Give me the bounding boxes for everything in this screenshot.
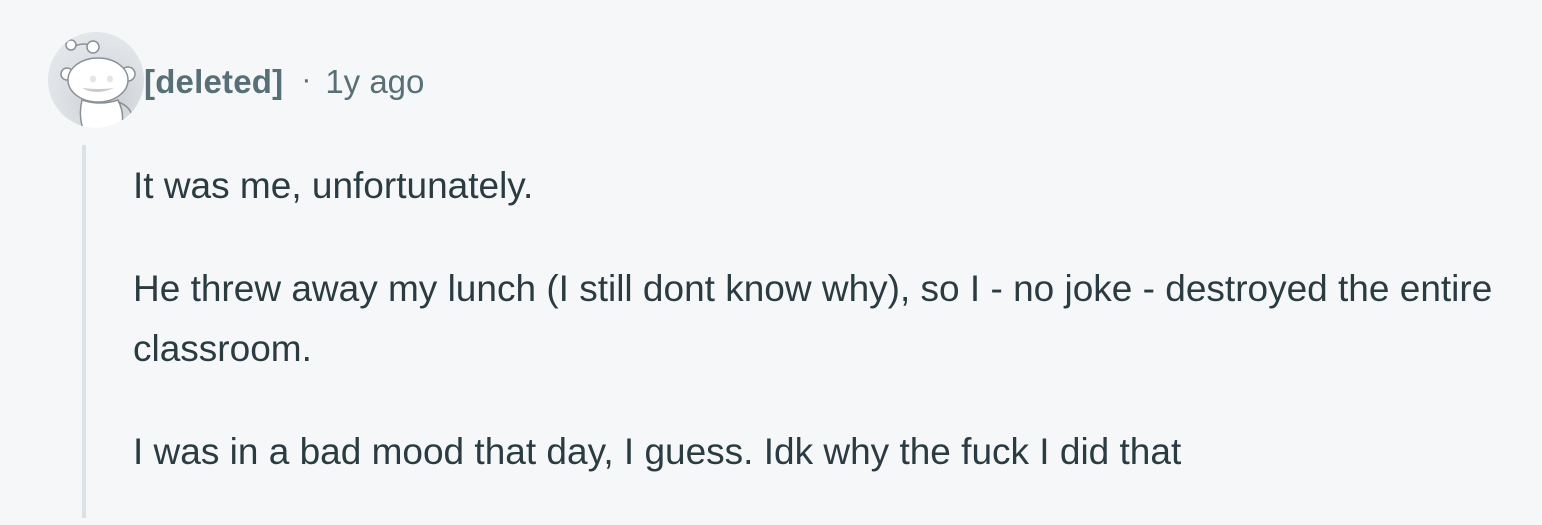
avatar[interactable] [48, 32, 144, 128]
snoo-avatar-icon [60, 39, 136, 128]
timestamp[interactable]: 1y ago [325, 63, 424, 101]
comment-body: It was me, unfortunately. He threw away … [133, 156, 1513, 525]
meta-separator: · [301, 63, 312, 96]
comment-paragraph: It was me, unfortunately. [133, 165, 534, 206]
author-name[interactable]: [deleted] [144, 63, 283, 101]
comment-meta: [deleted] · 1y ago [144, 58, 424, 106]
thread-line[interactable] [82, 145, 86, 518]
comment-paragraph: I was in a bad mood that day, I guess. I… [133, 431, 1182, 472]
comment-paragraph: He threw away my lunch (I still dont kno… [133, 268, 1493, 369]
comment: [deleted] · 1y ago It was me, unfortunat… [0, 0, 1542, 518]
